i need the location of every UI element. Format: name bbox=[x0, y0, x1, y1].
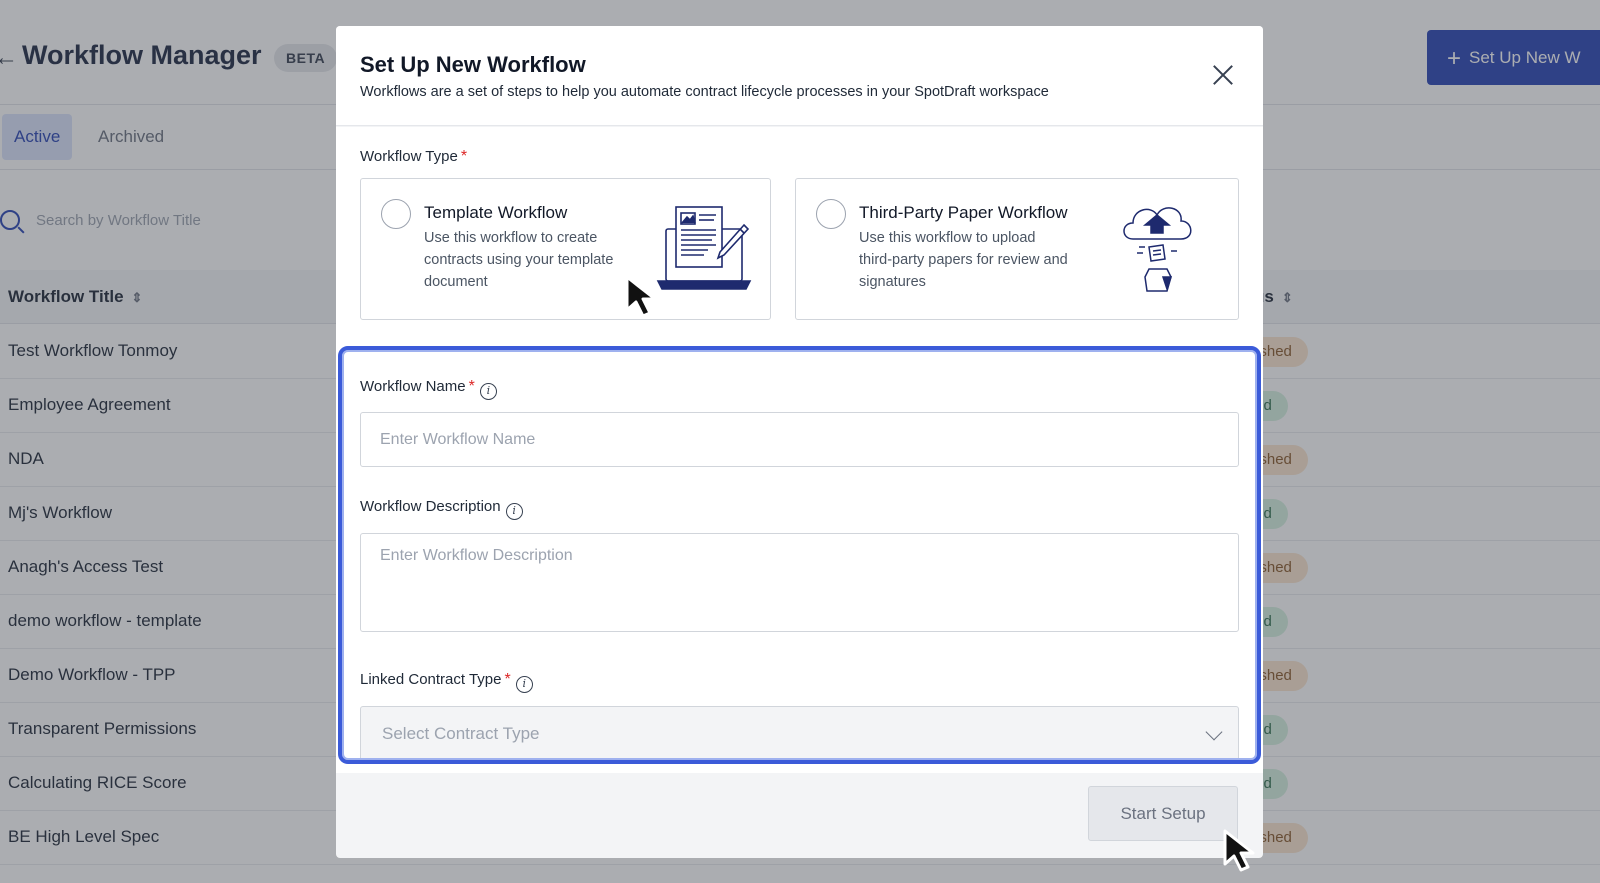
workflow-type-label: Workflow Type * bbox=[360, 148, 467, 166]
linked-contract-type-label: Linked Contract Type * i bbox=[360, 671, 533, 693]
modal-subtitle: Workflows are a set of steps to help you… bbox=[360, 84, 1049, 100]
third-party-paper-workflow-description: Use this workflow to upload third-party … bbox=[859, 230, 1068, 290]
workflow-description-label-text: Workflow Description bbox=[360, 498, 501, 515]
workflow-description-label: Workflow Description i bbox=[360, 498, 523, 520]
workflow-name-label-text: Workflow Name bbox=[360, 378, 466, 395]
modal-body: Workflow Type * Template Workflow Use thi… bbox=[336, 127, 1263, 773]
template-workflow-card[interactable]: Template Workflow Use this workflow to c… bbox=[360, 178, 771, 320]
mouse-cursor-icon bbox=[1223, 829, 1255, 872]
template-workflow-description: Use this workflow to create contracts us… bbox=[424, 230, 614, 290]
third-party-paper-workflow-title: Third-Party Paper Workflow bbox=[859, 203, 1068, 222]
template-workflow-radio[interactable] bbox=[381, 199, 411, 229]
info-icon[interactable]: i bbox=[515, 676, 533, 693]
third-party-paper-workflow-radio[interactable] bbox=[816, 199, 846, 229]
contract-type-select-placeholder: Select Contract Type bbox=[382, 724, 540, 743]
required-asterisk: * bbox=[460, 148, 468, 165]
modal-header: Set Up New Workflow Workflows are a set … bbox=[336, 26, 1263, 126]
info-icon[interactable]: i bbox=[505, 503, 523, 520]
cloud-upload-icon bbox=[1123, 207, 1192, 292]
chevron-down-icon bbox=[1205, 723, 1223, 741]
third-party-paper-workflow-card[interactable]: Third-Party Paper Workflow Use this work… bbox=[795, 178, 1239, 320]
mouse-cursor-icon bbox=[625, 275, 657, 318]
modal-title: Set Up New Workflow bbox=[360, 52, 586, 77]
workflow-description-textarea[interactable]: Enter Workflow Description bbox=[360, 533, 1239, 632]
start-setup-button[interactable]: Start Setup bbox=[1088, 786, 1238, 841]
workflow-name-input[interactable]: Enter Workflow Name bbox=[360, 412, 1239, 467]
template-workflow-title: Template Workflow bbox=[424, 203, 568, 222]
close-icon[interactable] bbox=[1212, 64, 1234, 86]
workflow-type-label-text: Workflow Type bbox=[360, 148, 458, 165]
linked-contract-type-label-text: Linked Contract Type bbox=[360, 671, 502, 688]
workflow-name-label: Workflow Name * i bbox=[360, 378, 497, 400]
set-up-workflow-modal: Set Up New Workflow Workflows are a set … bbox=[336, 26, 1263, 858]
required-asterisk: * bbox=[468, 378, 475, 395]
laptop-document-icon bbox=[656, 206, 752, 290]
contract-type-select[interactable]: Select Contract Type bbox=[360, 706, 1239, 761]
required-asterisk: * bbox=[504, 671, 511, 688]
info-icon[interactable]: i bbox=[479, 383, 497, 400]
